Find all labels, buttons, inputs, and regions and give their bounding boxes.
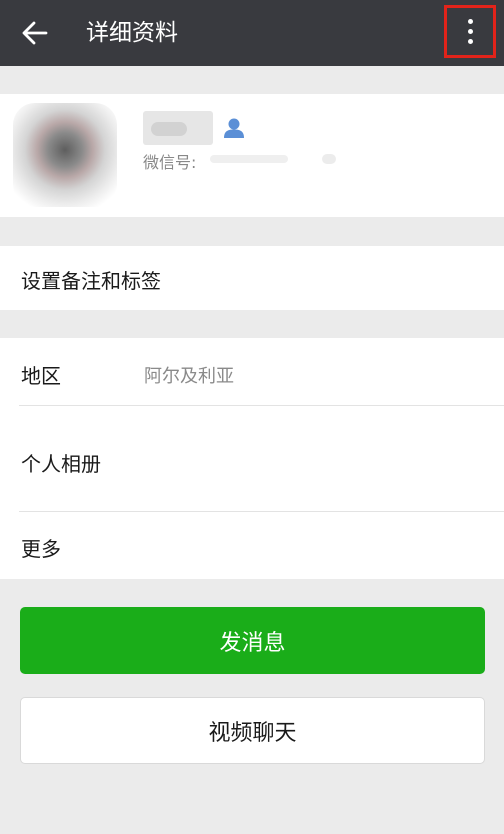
arrow-left-icon [22,21,48,45]
send-message-button[interactable]: 发消息 [20,607,485,674]
more-vertical-icon-dot [467,39,473,44]
avatar[interactable] [13,103,117,207]
set-remark-and-tags-row[interactable]: 设置备注和标签 [0,246,504,310]
wechat-id-redacted [210,155,288,163]
nickname-redacted [143,111,213,145]
personal-album-row[interactable]: 个人相册 [0,406,504,511]
region-value: 阿尔及利亚 [144,366,234,387]
region-label: 地区 [21,364,61,388]
set-remark-label: 设置备注和标签 [21,269,161,293]
more-row[interactable]: 更多 [0,512,504,579]
video-chat-button[interactable]: 视频聊天 [20,697,485,764]
more-options-button[interactable] [444,5,496,58]
personal-album-label: 个人相册 [21,452,101,476]
more-label: 更多 [21,537,61,561]
profile-card: 微信号: [0,94,504,217]
info-card: 地区 阿尔及利亚 个人相册 更多 [0,338,504,579]
top-bar: 详细资料 [0,0,504,66]
more-vertical-icon-dot [467,29,473,34]
back-button[interactable] [14,13,56,53]
wechat-id-redacted-end [322,154,336,164]
more-vertical-icon [467,19,473,24]
region-row: 地区 阿尔及利亚 [0,338,504,405]
wechat-id-label: 微信号: [143,153,197,172]
contact-person-icon [224,118,244,138]
page-title: 详细资料 [86,20,178,46]
